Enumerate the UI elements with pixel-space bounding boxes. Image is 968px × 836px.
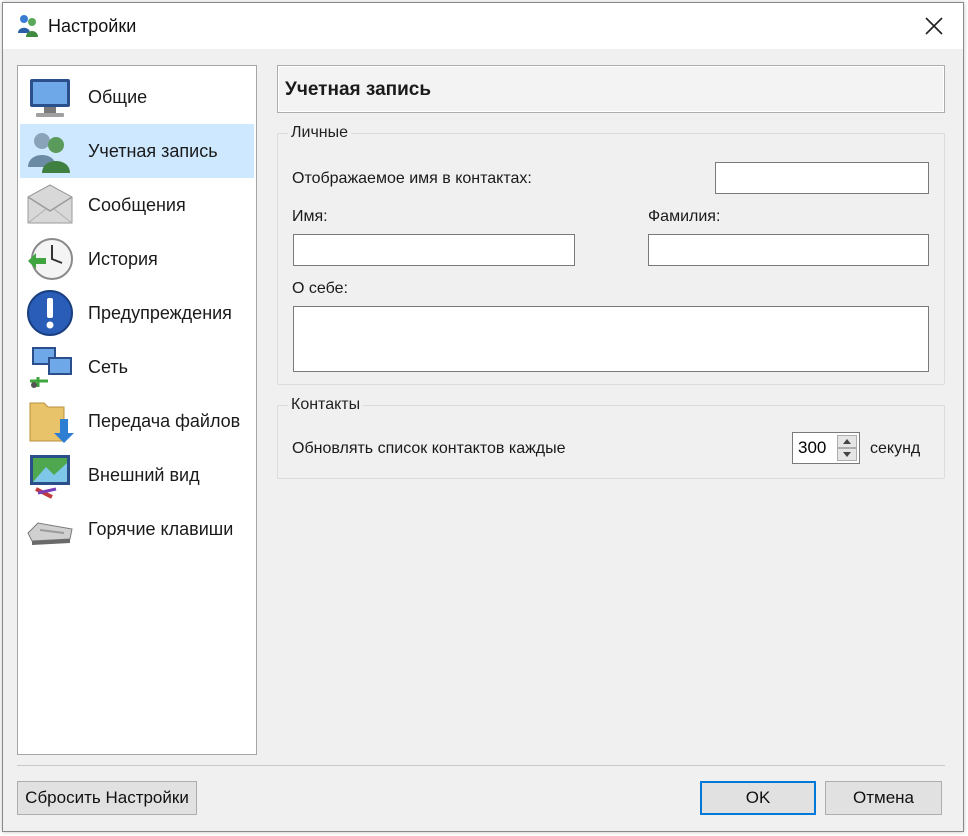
chevron-down-icon (843, 452, 851, 457)
appearance-icon (30, 455, 70, 499)
envelope-icon (27, 184, 73, 224)
settings-sidebar: Общие Учетная запись Сообщения История П… (17, 65, 257, 755)
update-interval-stepper[interactable] (792, 432, 860, 464)
update-interval-input[interactable] (793, 433, 839, 463)
last-name-field[interactable] (648, 234, 929, 266)
sidebar-item-general[interactable]: Общие (20, 70, 254, 124)
contacts-group: Контакты Обновлять список контактов кажд… (277, 396, 945, 479)
personal-group: Личные Отображаемое имя в контактах: Имя… (277, 124, 945, 385)
ok-button[interactable]: OK (700, 781, 816, 815)
title-bar: Настройки (3, 3, 963, 49)
sidebar-item-label: Внешний вид (88, 464, 200, 485)
spin-down-button[interactable] (837, 448, 857, 461)
display-name-label: Отображаемое имя в контактах: (292, 170, 532, 187)
sidebar-item-label: Сообщения (88, 194, 186, 215)
monitor-icon (30, 79, 70, 117)
update-interval-label: Обновлять список контактов каждые (292, 440, 566, 457)
about-field[interactable] (293, 306, 929, 372)
about-label: О себе: (292, 280, 348, 297)
spin-up-button[interactable] (837, 435, 857, 448)
sidebar-item-label: Сеть (88, 356, 129, 377)
sidebar-item-label: История (88, 248, 158, 269)
clock-icon (28, 238, 73, 280)
contacts-group-legend: Контакты (288, 396, 364, 414)
sidebar-item-label: Учетная запись (88, 140, 218, 161)
settings-people-icon (18, 15, 38, 37)
alert-icon (27, 290, 73, 336)
folder-transfer-icon (29, 402, 74, 443)
close-button[interactable] (905, 3, 963, 49)
about-textarea[interactable] (294, 307, 928, 371)
seconds-unit-label: секунд (870, 440, 921, 457)
first-name-field[interactable] (293, 234, 575, 266)
last-name-label: Фамилия: (648, 208, 721, 225)
display-name-input[interactable] (716, 163, 928, 193)
sidebar-item-appearance[interactable]: Внешний вид (20, 448, 254, 502)
sidebar-item-label: Передача файлов (88, 410, 241, 431)
chevron-up-icon (843, 439, 851, 444)
page-title-text: Учетная запись (285, 79, 432, 100)
keyboard-icon (27, 522, 73, 545)
sidebar-item-history[interactable]: История (20, 232, 254, 286)
sidebar-item-messages[interactable]: Сообщения (20, 178, 254, 232)
footer-divider (17, 765, 945, 766)
users-icon (28, 133, 70, 173)
personal-group-legend: Личные (288, 124, 352, 142)
cancel-button[interactable]: Отмена (825, 781, 942, 815)
sidebar-item-label: Предупреждения (88, 302, 232, 323)
sidebar-item-network[interactable]: Сеть (20, 340, 254, 394)
sidebar-item-label: Общие (88, 86, 148, 107)
first-name-label: Имя: (292, 208, 328, 225)
sidebar-item-hotkeys[interactable]: Горячие клавиши (20, 502, 254, 556)
reset-settings-button[interactable]: Сбросить Настройки (17, 781, 197, 815)
page-title: Учетная запись (277, 65, 945, 113)
sidebar-item-file-transfer[interactable]: Передача файлов (20, 394, 254, 448)
close-icon (925, 17, 943, 35)
sidebar-item-account[interactable]: Учетная запись (20, 124, 254, 178)
last-name-input[interactable] (649, 235, 928, 265)
sidebar-item-label: Горячие клавиши (88, 518, 234, 539)
sidebar-item-alerts[interactable]: Предупреждения (20, 286, 254, 340)
window-title: Настройки (48, 16, 137, 36)
display-name-field[interactable] (715, 162, 929, 194)
first-name-input[interactable] (294, 235, 574, 265)
settings-window: Настройки Общие Учетная запись Сообщения… (2, 2, 964, 832)
network-icon (30, 347, 72, 388)
